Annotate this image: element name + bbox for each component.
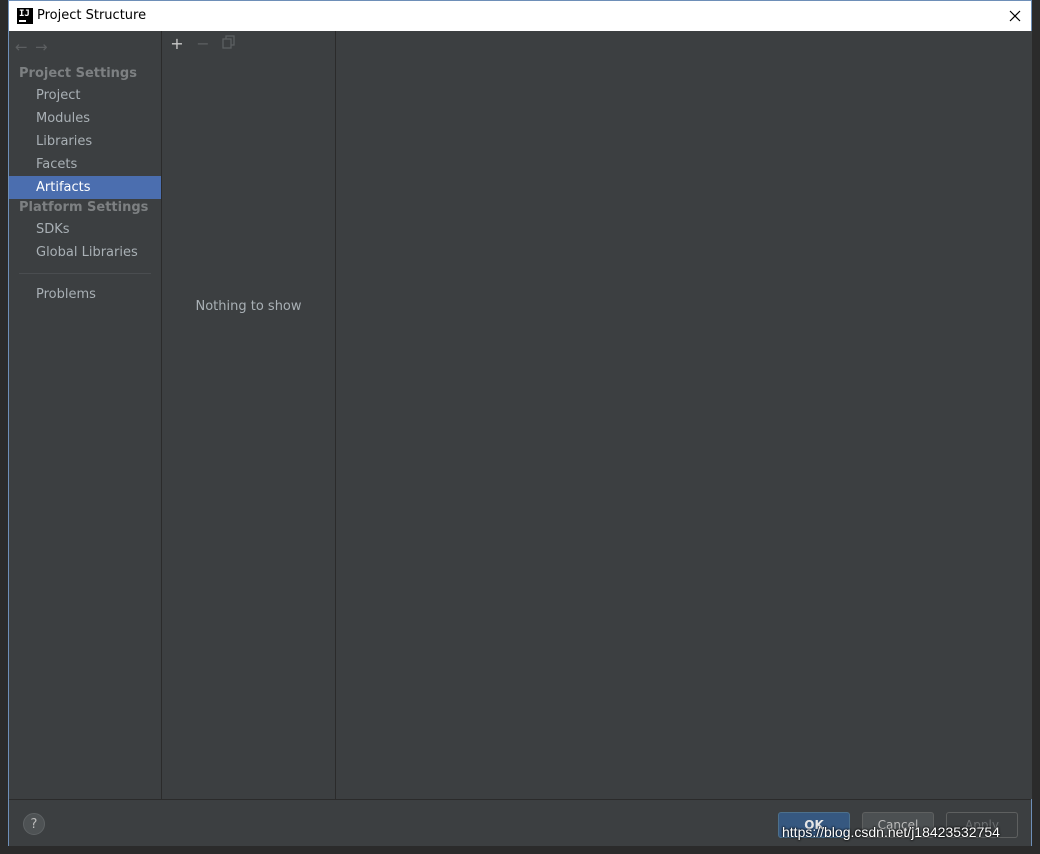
- sidebar-item-project[interactable]: Project: [9, 84, 161, 107]
- sidebar-item-libraries[interactable]: Libraries: [9, 130, 161, 153]
- window-title: Project Structure: [37, 8, 147, 23]
- sidebar-item-sdks[interactable]: SDKs: [9, 218, 161, 241]
- settings-sidebar: ← → Project Settings Project Modules Libr…: [9, 31, 162, 799]
- platform-settings-header: Platform Settings: [19, 200, 149, 215]
- back-arrow-icon[interactable]: ←: [15, 38, 35, 56]
- sidebar-item-global-libraries[interactable]: Global Libraries: [9, 241, 161, 264]
- sidebar-item-facets[interactable]: Facets: [9, 153, 161, 176]
- forward-arrow-icon[interactable]: →: [35, 38, 55, 56]
- remove-icon[interactable]: −: [194, 35, 212, 53]
- intellij-app-icon: IJ: [17, 8, 33, 24]
- sidebar-item-problems[interactable]: Problems: [9, 283, 161, 306]
- artifacts-list-panel: + − Nothing to show: [162, 31, 336, 799]
- sidebar-divider: [19, 273, 151, 274]
- sidebar-item-artifacts[interactable]: Artifacts: [9, 176, 161, 199]
- copy-icon[interactable]: [220, 35, 238, 53]
- project-structure-dialog: IJ Project Structure ← → Project Settings…: [8, 0, 1032, 846]
- details-pane: [336, 31, 1032, 799]
- help-button[interactable]: ?: [23, 813, 45, 835]
- empty-state-text: Nothing to show: [195, 299, 302, 314]
- sidebar-item-modules[interactable]: Modules: [9, 107, 161, 130]
- watermark-text: https://blog.csdn.net/j18423532754: [782, 824, 1000, 840]
- close-icon: [1009, 10, 1021, 22]
- add-icon[interactable]: +: [168, 35, 186, 53]
- project-settings-header: Project Settings: [19, 66, 137, 81]
- title-bar[interactable]: IJ Project Structure: [9, 1, 1031, 31]
- nav-arrows: ← →: [15, 37, 55, 56]
- close-button[interactable]: [999, 1, 1031, 31]
